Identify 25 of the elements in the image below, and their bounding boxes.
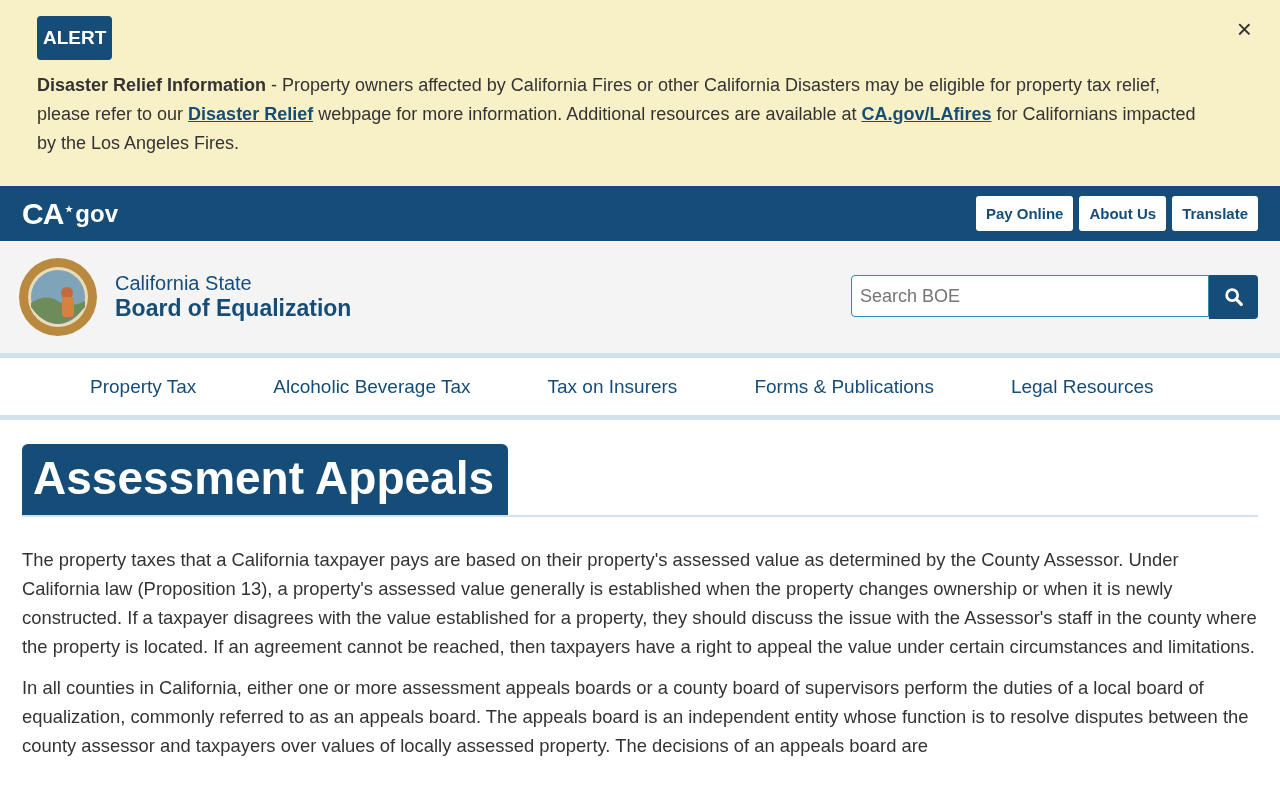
nav-link[interactable]: Legal Resources [1010, 375, 1154, 398]
star-icon [65, 204, 74, 213]
site-title[interactable]: Board of Equalization [115, 295, 352, 322]
top-button[interactable]: Translate [1172, 196, 1258, 231]
lafires-link[interactable]: CA.gov/LAfires [861, 104, 992, 124]
close-button[interactable]: × [1232, 16, 1256, 42]
page-title: Assessment Appeals [22, 444, 509, 515]
search-icon [1222, 286, 1245, 308]
nav-link[interactable]: Alcoholic Beverage Tax [273, 375, 471, 398]
nav-link[interactable]: Tax on Insurers [547, 375, 678, 398]
top-button[interactable]: About Us [1079, 196, 1167, 231]
site-subtitle: California State [115, 272, 253, 295]
nav-link[interactable]: Property Tax [90, 375, 197, 398]
paragraph: In all counties in California, either one or more assessment appeals boards or a county board of supervisors perform the duties of a local board of equalization, commonly referred to as an appeals board. The appeals board is an independent entity whose function is to resolve disputes between the county assessor and taxpayers over values of locally assessed property. The decisions of an appeals board are [22, 676, 1250, 758]
logo-text[interactable]: gov [75, 199, 118, 228]
search-button[interactable] [1209, 275, 1258, 319]
search-field[interactable]: Search BOE [851, 275, 1209, 317]
disaster-relief-link[interactable]: Disaster Relief [188, 104, 314, 124]
top-button[interactable]: Pay Online [975, 196, 1074, 231]
logo-text[interactable]: CA [22, 196, 64, 231]
alert-badge: ALERT [37, 16, 113, 60]
paragraph: The property taxes that a California taxpayer pays are based on their property's assessed value as determined by the County Assessor. Under California law (Proposition 13), a property's assessed value generally is established when the property changes ownership or when it is newly constructed. If a taxpayer disagrees with the value established for a property, they should discuss the issue with the Assessor's staff in the county where the property is located. If an agreement cannot be reached, then taxpayers have a right to appeal the value under certain circumstances and limitations. [22, 548, 1258, 659]
seal-icon [18, 257, 98, 337]
alert-message: Disaster Relief Information - Property owners affected by California Fires or other California Disasters may be eligible for property tax relief, please refer to our Disaster Relief webpage for more information. Additional resources are available at CA.gov/LAfires for Californians impacted by the Los Angeles Fires. [37, 74, 1197, 155]
nav-link[interactable]: Forms & Publications [754, 375, 934, 398]
